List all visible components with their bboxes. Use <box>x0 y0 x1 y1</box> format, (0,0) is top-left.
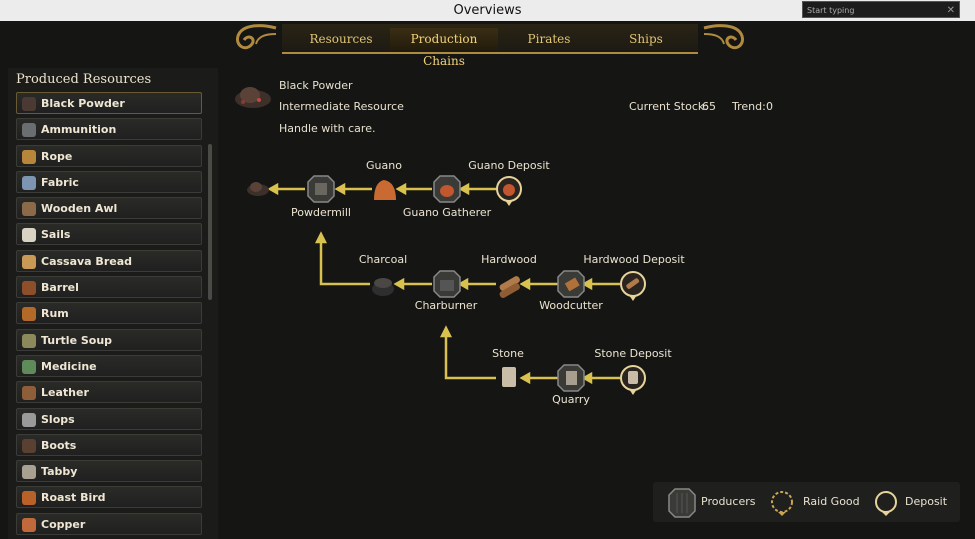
label-woodcutter: Woodcutter <box>539 299 603 312</box>
producers-legend-icon <box>668 488 696 518</box>
label-hardwood-deposit: Hardwood Deposit <box>583 253 685 266</box>
deposit-legend-icon <box>875 491 897 516</box>
label-charcoal: Charcoal <box>358 253 408 266</box>
charburner-icon[interactable] <box>433 270 461 298</box>
quarry-icon[interactable] <box>557 364 585 392</box>
label-guano-gatherer: Guano Gatherer <box>402 206 492 219</box>
raid-good-legend-icon <box>771 491 793 516</box>
label-charburner: Charburner <box>414 299 478 312</box>
stone-deposit-icon[interactable] <box>620 365 646 395</box>
guano-gatherer-icon[interactable] <box>433 175 461 203</box>
guano-deposit-icon[interactable] <box>496 176 522 206</box>
label-quarry: Quarry <box>552 393 590 406</box>
label-powdermill: Powdermill <box>291 206 351 219</box>
stone-icon <box>502 367 516 387</box>
legend-producers: Producers <box>701 495 756 508</box>
chain-connectors <box>247 175 646 395</box>
woodcutter-icon[interactable] <box>557 270 585 298</box>
charcoal-icon <box>372 278 394 296</box>
guano-icon <box>374 180 396 200</box>
label-guano: Guano <box>366 159 402 172</box>
legend-raid-good: Raid Good <box>803 495 860 508</box>
label-stone-deposit: Stone Deposit <box>594 347 672 360</box>
legend-deposit: Deposit <box>905 495 948 508</box>
label-guano-deposit: Guano Deposit <box>468 159 550 172</box>
output-black-powder-icon <box>247 182 269 196</box>
hardwood-deposit-icon[interactable] <box>620 271 646 301</box>
label-stone: Stone <box>492 347 524 360</box>
hardwood-icon <box>499 276 520 298</box>
legend: Producers Raid Good Deposit <box>653 482 960 522</box>
label-hardwood: Hardwood <box>481 253 537 266</box>
powdermill-icon[interactable] <box>307 175 335 203</box>
